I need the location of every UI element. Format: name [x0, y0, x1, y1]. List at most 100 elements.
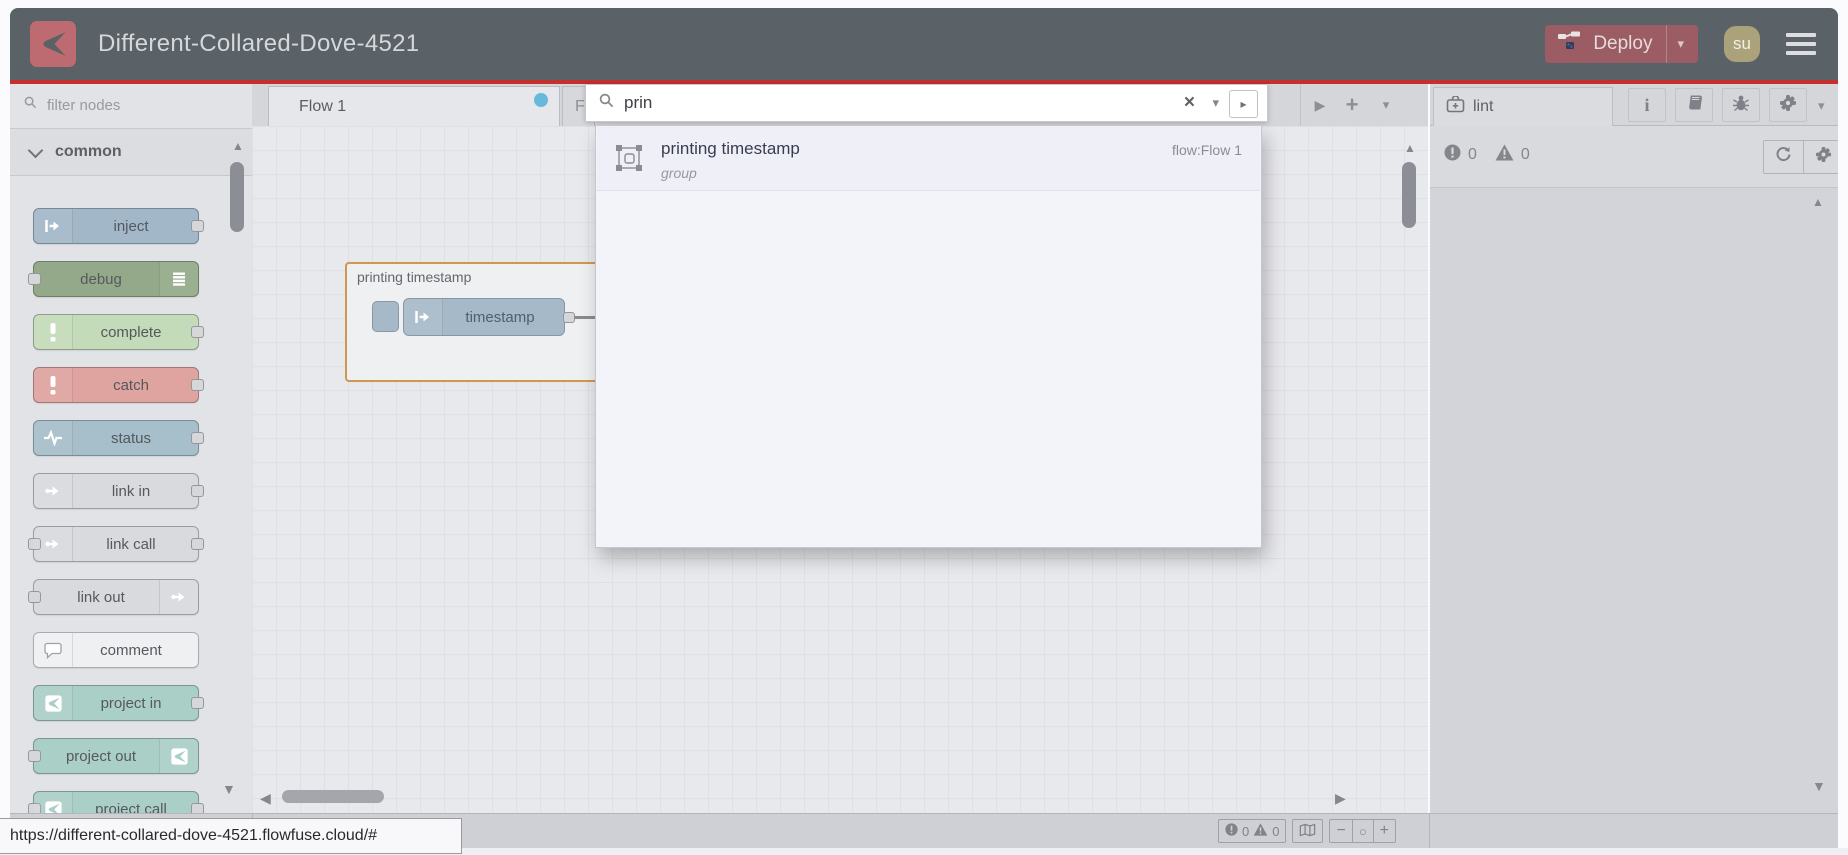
palette-node-link-in[interactable]: link in: [33, 473, 204, 509]
search-icon: [24, 96, 37, 114]
tab-modified-dot: [534, 93, 548, 107]
node-port-left[interactable]: [28, 273, 41, 285]
palette-node-label: link call: [106, 535, 156, 553]
node-red-editor: { "header": { "title": "Different-Collar…: [0, 0, 1848, 855]
info-tab-button[interactable]: i: [1628, 88, 1666, 122]
zoom-out-button[interactable]: −: [1330, 820, 1351, 842]
palette-node-status[interactable]: status: [33, 420, 204, 456]
palette-node-inject[interactable]: inject: [33, 208, 204, 244]
tabbar-divider: [1300, 84, 1301, 126]
sidebar-scroll-down-icon[interactable]: ▼: [1812, 779, 1826, 793]
warning-icon: [1253, 823, 1268, 839]
lint-refresh-button[interactable]: [1764, 141, 1803, 173]
palette-node-link-out[interactable]: link out: [28, 579, 199, 615]
zoom-reset-button[interactable]: ○: [1351, 820, 1373, 842]
palette-node-label: inject: [113, 217, 149, 235]
workspace-status-counts[interactable]: 0 0: [1218, 819, 1287, 843]
main-menu-icon[interactable]: [1786, 33, 1816, 55]
palette-node-comment[interactable]: comment: [33, 632, 199, 668]
help-tab-button[interactable]: [1675, 88, 1713, 122]
canvas-scroll-right-icon[interactable]: ▶: [1335, 791, 1346, 805]
node-palette: common inject debug complete catch status lin…: [10, 84, 253, 813]
error-icon: [1225, 823, 1238, 839]
book-icon: [1685, 94, 1703, 116]
map-icon: [1299, 823, 1316, 840]
search-options-caret-icon[interactable]: ▾: [1212, 85, 1219, 121]
page-title: Different-Collared-Dove-4521: [98, 30, 420, 57]
lint-settings-button[interactable]: [1803, 141, 1838, 173]
workspace-warning-count: 0: [1272, 823, 1280, 839]
project-logo-icon: [34, 792, 73, 813]
comment-bubble-icon: [34, 633, 73, 667]
inject-node[interactable]: timestamp: [403, 298, 565, 336]
palette-node-label: project call: [95, 800, 167, 814]
node-port-right[interactable]: [191, 220, 204, 232]
minimap-toggle-button[interactable]: [1292, 819, 1324, 843]
palette-category-label: common: [55, 143, 122, 160]
lint-warning-count: 0: [1520, 146, 1530, 163]
lint-panel-body: ▲ ▼: [1430, 188, 1838, 813]
link-arrow-icon: [159, 580, 198, 614]
node-port-left[interactable]: [28, 591, 41, 603]
user-avatar[interactable]: su: [1724, 26, 1760, 62]
info-icon: i: [1644, 94, 1650, 115]
palette-node-label: comment: [100, 641, 162, 659]
tab-scroll-right-icon[interactable]: ▶: [1308, 84, 1332, 126]
node-port-right[interactable]: [191, 432, 204, 444]
palette-node-label: complete: [100, 323, 162, 341]
inject-trigger-button[interactable]: [372, 301, 399, 332]
canvas-vertical-scrollbar[interactable]: [1402, 162, 1416, 228]
refresh-icon: [1775, 146, 1792, 168]
sidebar-scroll-up-icon[interactable]: ▲: [1812, 196, 1824, 208]
palette-node-project-in[interactable]: project in: [33, 685, 204, 721]
group-label: printing timestamp: [357, 269, 472, 285]
sidebar-tabs-caret-icon[interactable]: ▾: [1818, 98, 1825, 114]
palette-filter-input[interactable]: [45, 95, 219, 115]
workspace-error-count: 0: [1242, 823, 1250, 839]
search-input[interactable]: [622, 92, 1046, 114]
palette-node-complete[interactable]: complete: [33, 314, 204, 350]
tab-flow-1[interactable]: Flow 1: [268, 86, 560, 126]
inject-node-label: timestamp: [465, 308, 535, 326]
search-results-panel: printing timestamp group flow:Flow 1: [595, 126, 1262, 548]
node-port-right[interactable]: [191, 803, 204, 813]
node-port-right[interactable]: [191, 538, 204, 550]
palette-scroll-down-icon[interactable]: ▼: [222, 782, 236, 796]
zoom-in-icon: +: [1379, 822, 1390, 839]
debug-lines-icon: [159, 262, 198, 296]
search-next-button[interactable]: ▸: [1229, 90, 1258, 118]
search-clear-icon[interactable]: ×: [1184, 85, 1195, 121]
debug-tab-button[interactable]: [1722, 88, 1760, 122]
canvas-scroll-left-icon[interactable]: ◀: [260, 791, 271, 805]
deploy-button[interactable]: Deploy ▾: [1545, 25, 1698, 63]
node-port-right[interactable]: [191, 326, 204, 338]
canvas-horizontal-scrollbar[interactable]: [282, 790, 384, 803]
palette-scrollbar[interactable]: [230, 162, 244, 232]
node-port-left[interactable]: [28, 750, 41, 762]
canvas-scroll-up-icon[interactable]: ▲: [1404, 142, 1416, 154]
zoom-in-button[interactable]: +: [1372, 820, 1395, 842]
palette-node-label: status: [110, 429, 152, 447]
palette-node-catch[interactable]: catch: [33, 367, 204, 403]
add-flow-icon[interactable]: +: [1340, 84, 1364, 126]
palette-node-project-out[interactable]: project out: [28, 738, 199, 774]
palette-node-project-call[interactable]: project call: [28, 791, 204, 814]
palette-node-link-call[interactable]: link call: [28, 526, 204, 562]
pulse-icon: [34, 421, 73, 455]
search-bar: × ▾ ▸: [585, 84, 1268, 122]
search-result-type: group: [661, 165, 697, 181]
node-port-right[interactable]: [191, 379, 204, 391]
node-port-right[interactable]: [191, 485, 204, 497]
palette-node-label: project in: [100, 694, 162, 712]
link-arrow-icon: [34, 527, 73, 561]
node-port-right[interactable]: [191, 697, 204, 709]
palette-category-common[interactable]: common: [10, 128, 252, 176]
search-result-row[interactable]: printing timestamp group flow:Flow 1: [597, 127, 1260, 191]
config-tab-button[interactable]: [1769, 88, 1807, 122]
flow-list-caret-icon[interactable]: ▾: [1374, 84, 1398, 126]
palette-scroll-up-icon[interactable]: ▲: [232, 140, 244, 152]
gear-icon: [1779, 94, 1797, 117]
sidebar-tab-lint[interactable]: lint: [1433, 87, 1613, 126]
palette-node-debug[interactable]: debug: [28, 261, 199, 297]
deploy-options-caret-icon[interactable]: ▾: [1666, 25, 1694, 63]
